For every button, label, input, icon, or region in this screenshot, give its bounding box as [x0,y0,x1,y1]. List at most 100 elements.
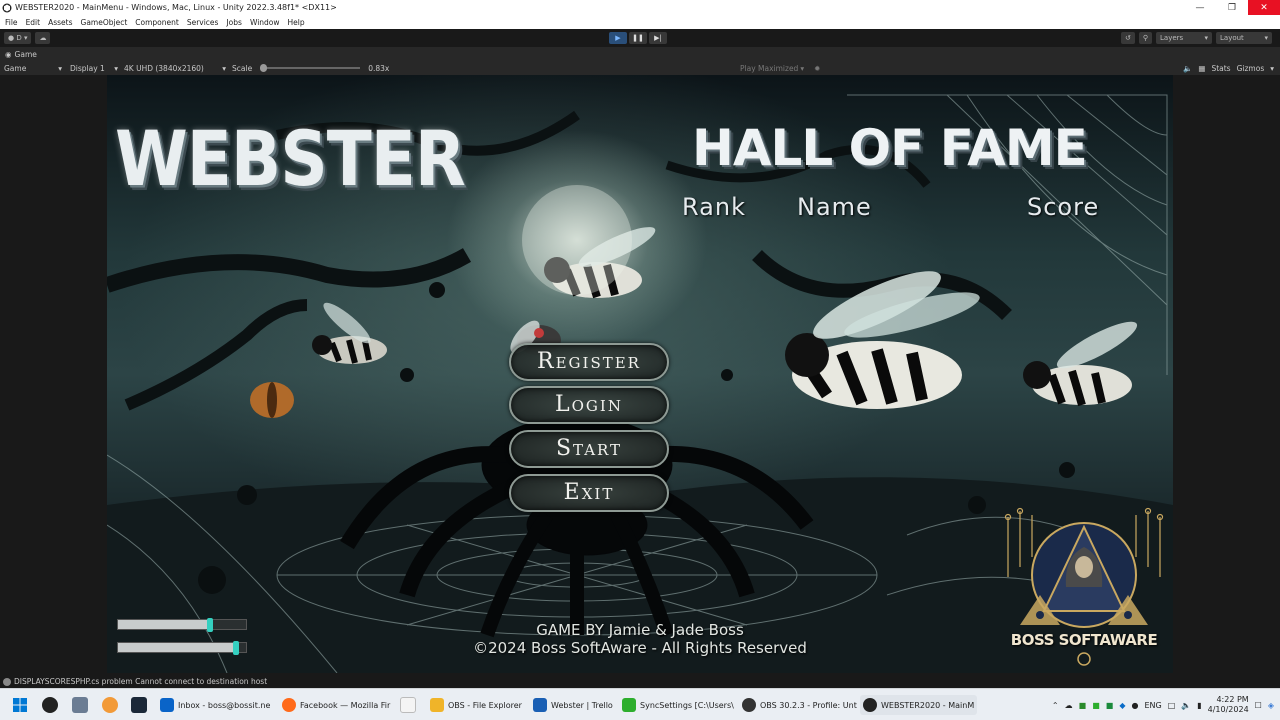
menu-jobs[interactable]: Jobs [226,18,241,27]
layers-dropdown[interactable]: Layers ▾ [1156,32,1212,44]
taskbar-app-label: SyncSettings [C:\Users\ [640,700,734,710]
scale-slider-handle[interactable] [260,64,268,72]
search-button[interactable]: ⚲ [1138,32,1152,44]
mute-audio-icon[interactable]: 🔈 [1183,64,1192,73]
volume-slider-2[interactable] [117,641,247,655]
taskbar-app-trello[interactable]: Webster | Trello [533,695,613,715]
security-icon[interactable]: ◆ [1119,701,1125,710]
store-icon[interactable] [400,697,416,713]
menu-component[interactable]: Component [135,18,179,27]
blender-icon[interactable] [102,697,118,713]
taskbar-app-syncsettings[interactable]: SyncSettings [C:\Users\ [622,695,734,715]
taskbar-app-label: Facebook — Mozilla Fir [300,700,391,710]
account-icon: ● [8,34,17,42]
taskbar-app-outlook[interactable]: Inbox - boss@bossit.ne [160,695,270,715]
minimize-icon[interactable]: — [1184,0,1216,15]
resolution-label: 4K UHD (3840x2160) [124,63,204,73]
register-button[interactable]: Register [509,343,669,381]
menu-edit[interactable]: Edit [26,18,41,27]
menu-window[interactable]: Window [250,18,280,27]
taskbar-app-label: OBS 30.2.3 - Profile: Unt [760,700,857,710]
grid-icon[interactable]: ▦ [1198,64,1205,73]
copilot-icon[interactable]: ◈ [1268,701,1274,710]
taskbar-app-obs[interactable]: OBS 30.2.3 - Profile: Unt [742,695,857,715]
play-icon: ▶ [615,34,621,42]
taskbar-app-unity[interactable]: WEBSTER2020 - MainM [860,695,978,715]
windows-taskbar: Inbox - boss@bossit.ne Facebook — Mozill… [0,688,1280,720]
chevron-down-icon: ▾ [222,63,226,73]
exit-button[interactable]: Exit [509,474,669,512]
chevron-down-icon[interactable]: ▾ [1270,64,1274,73]
scale-slider[interactable] [260,64,361,72]
main-toolbar: ● D ▾ ☁ ▶ ❚❚ ▶| ↺ ⚲ Layers ▾ Layout ▾ [0,29,1280,47]
close-icon[interactable]: ✕ [1248,0,1280,15]
chevron-down-icon: ▾ [800,63,805,73]
history-button[interactable]: ↺ [1120,32,1135,44]
unity-icon [2,3,12,12]
view-dropdown[interactable]: Game ▾ [4,64,62,73]
taskbar-app-firefox[interactable]: Facebook — Mozilla Fir [282,695,390,715]
gizmos-button[interactable]: Gizmos [1237,64,1265,73]
clock[interactable]: 4:22 PM 4/10/2024 [1208,695,1249,715]
taskbar-app-file-explorer[interactable]: OBS - File Explorer [430,695,522,715]
game-viewport[interactable]: WEBSTER HALL OF FAME Rank Name Score Reg… [107,75,1173,673]
tray-app-icon[interactable]: ● [1131,701,1138,710]
folder-icon [430,698,444,712]
display-dropdown[interactable]: Display 1 ▾ [70,64,118,73]
resolution-dropdown[interactable]: 4K UHD (3840x2160) ▾ [124,64,226,73]
menu-assets[interactable]: Assets [48,18,72,27]
status-message: DISPLAYSCORESPHP.cs problem Cannot conne… [14,677,268,686]
window-title: WEBSTER2020 - MainMenu - Windows, Mac, L… [15,3,337,12]
login-button[interactable]: Login [509,386,669,424]
play-button[interactable]: ▶ [609,32,627,44]
volume-slider-1-handle[interactable] [207,618,214,632]
scale-value: 0.83x [368,63,390,73]
volume-slider-1-fill [118,620,211,629]
chevron-down-icon: ▾ [21,34,28,42]
game-tab[interactable]: ◉ Game [0,47,1280,61]
game-title: WEBSTER [115,115,466,204]
info-icon [3,677,11,686]
chevron-up-icon[interactable]: ⌃ [1052,701,1059,710]
taskbar-app-label: OBS - File Explorer [448,700,522,710]
notification-icon[interactable]: ☐ [1255,701,1262,710]
history-icon: ↺ [1124,34,1131,42]
app-cube-icon[interactable] [72,697,88,713]
chevron-down-icon: ▾ [114,63,118,73]
restore-icon[interactable]: ❐ [1216,0,1248,15]
tray-app-icon[interactable]: ■ [1092,701,1100,710]
power-icon[interactable]: ▮ [1197,701,1201,710]
play-mode-dropdown[interactable]: Play Maximized ▾ ✹ [740,64,820,73]
menu-file[interactable]: File [5,18,18,27]
step-button[interactable]: ▶| [649,32,667,44]
taskbar-app-label: Inbox - boss@bossit.ne [178,700,271,710]
chevron-down-icon: ▾ [58,63,62,73]
onedrive-icon[interactable]: ☁ [1065,701,1073,710]
cloud-button[interactable]: ☁ [35,32,51,44]
volume-icon[interactable]: 🔈 [1181,701,1191,710]
volume-slider-1[interactable] [117,618,247,632]
windows-start-icon[interactable] [12,697,28,713]
play-mode-label: Play Maximized [740,63,799,73]
menu-help[interactable]: Help [288,18,305,27]
layout-dropdown[interactable]: Layout ▾ [1216,32,1272,44]
network-icon[interactable]: □ [1168,701,1176,710]
tray-app-icon[interactable]: ■ [1106,701,1114,710]
menu-services[interactable]: Services [187,18,219,27]
console-status-bar[interactable]: DISPLAYSCORESPHP.cs problem Cannot conne… [0,675,1280,688]
volume-slider-2-handle[interactable] [232,641,239,655]
step-icon: ▶| [654,34,662,42]
tray-app-icon[interactable]: ■ [1079,701,1087,710]
language-indicator[interactable]: ENG [1144,701,1161,710]
unreal-engine-icon[interactable] [42,697,58,713]
clock-date: 4/10/2024 [1207,705,1249,714]
display-label: Display 1 [70,63,105,73]
pause-button[interactable]: ❚❚ [629,32,647,44]
start-button[interactable]: Start [509,430,669,468]
account-dropdown[interactable]: ● D ▾ [4,32,32,44]
menu-gameobject[interactable]: GameObject [81,18,128,27]
boss-softaware-logo-text: BOSS SOFTAWARE [1010,631,1158,649]
steam-icon[interactable] [131,697,147,713]
system-tray: ⌃ ☁ ■ ■ ■ ◆ ● ENG □ 🔈 ▮ 4:22 PM 4/10/202… [1052,693,1274,717]
stats-button[interactable]: Stats [1211,64,1230,73]
